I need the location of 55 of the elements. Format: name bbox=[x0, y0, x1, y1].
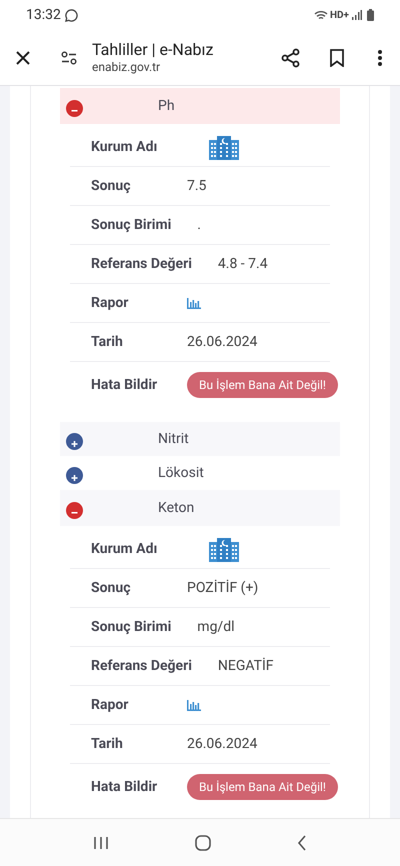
more-icon[interactable] bbox=[378, 50, 382, 66]
field-label: Hata Bildir bbox=[91, 376, 158, 394]
result-value: . bbox=[197, 216, 201, 234]
home-icon[interactable] bbox=[195, 834, 211, 850]
field-label: Sonuç bbox=[91, 176, 132, 196]
test-header[interactable]: Nitrit bbox=[60, 422, 340, 456]
chat-icon bbox=[64, 8, 78, 22]
clock: 13:32 bbox=[26, 6, 61, 24]
field-label: Sonuç Birimi bbox=[91, 618, 172, 636]
field-label: Referans Değeri bbox=[91, 254, 192, 274]
recent-apps-icon[interactable] bbox=[93, 836, 109, 850]
battery-icon bbox=[367, 9, 374, 21]
test-name: Lökosit bbox=[158, 464, 204, 482]
field-label: Kurum Adı bbox=[91, 540, 158, 558]
bar-chart-icon[interactable] bbox=[187, 297, 201, 309]
result-value: POZİTİF (+) bbox=[187, 578, 258, 598]
back-icon[interactable] bbox=[297, 834, 307, 850]
field-label: Kurum Adı bbox=[91, 138, 158, 156]
test-header[interactable]: Keton bbox=[60, 490, 340, 526]
result-value: NEGATİF bbox=[218, 656, 274, 676]
test-name: Nitrit bbox=[158, 430, 189, 448]
page-url: enabiz.gov.tr bbox=[92, 60, 162, 75]
bar-chart-icon[interactable] bbox=[187, 699, 201, 711]
network-label: HD+ bbox=[330, 8, 349, 22]
signal-icon bbox=[352, 10, 362, 20]
test-name: Ph bbox=[158, 96, 175, 116]
field-label: Rapor bbox=[91, 696, 130, 714]
result-value: mg/dl bbox=[197, 618, 235, 636]
result-value: 26.06.2024 bbox=[187, 734, 258, 754]
result-value: 26.06.2024 bbox=[187, 332, 258, 352]
field-label: Sonuç Birimi bbox=[91, 216, 172, 234]
field-label: Referans Değeri bbox=[91, 656, 192, 676]
field-label: Tarih bbox=[91, 734, 124, 754]
report-error-button[interactable]: Bu İşlem Bana Ait Değil! bbox=[187, 774, 338, 800]
test-header[interactable]: Ph bbox=[60, 88, 340, 124]
bookmark-icon[interactable] bbox=[330, 48, 344, 66]
plus-icon[interactable] bbox=[66, 466, 83, 484]
field-label: Hata Bildir bbox=[91, 778, 158, 796]
result-value: 4.8 - 7.4 bbox=[218, 254, 268, 274]
test-name: Keton bbox=[158, 498, 194, 518]
wifi-icon bbox=[314, 10, 328, 20]
minus-icon[interactable] bbox=[66, 502, 83, 518]
building-icon bbox=[209, 134, 239, 160]
close-icon[interactable] bbox=[15, 50, 31, 66]
report-error-button[interactable]: Bu İşlem Bana Ait Değil! bbox=[187, 372, 338, 398]
building-icon bbox=[209, 536, 239, 562]
plus-icon[interactable] bbox=[66, 432, 83, 450]
result-value: 7.5 bbox=[187, 176, 206, 196]
field-label: Rapor bbox=[91, 294, 130, 312]
field-label: Sonuç bbox=[91, 578, 132, 598]
field-label: Tarih bbox=[91, 332, 124, 352]
sliders-icon[interactable] bbox=[61, 50, 77, 64]
page-title: Tahliller | e-Nabız bbox=[92, 40, 214, 60]
minus-icon[interactable] bbox=[66, 100, 83, 116]
share-icon[interactable] bbox=[281, 48, 301, 68]
